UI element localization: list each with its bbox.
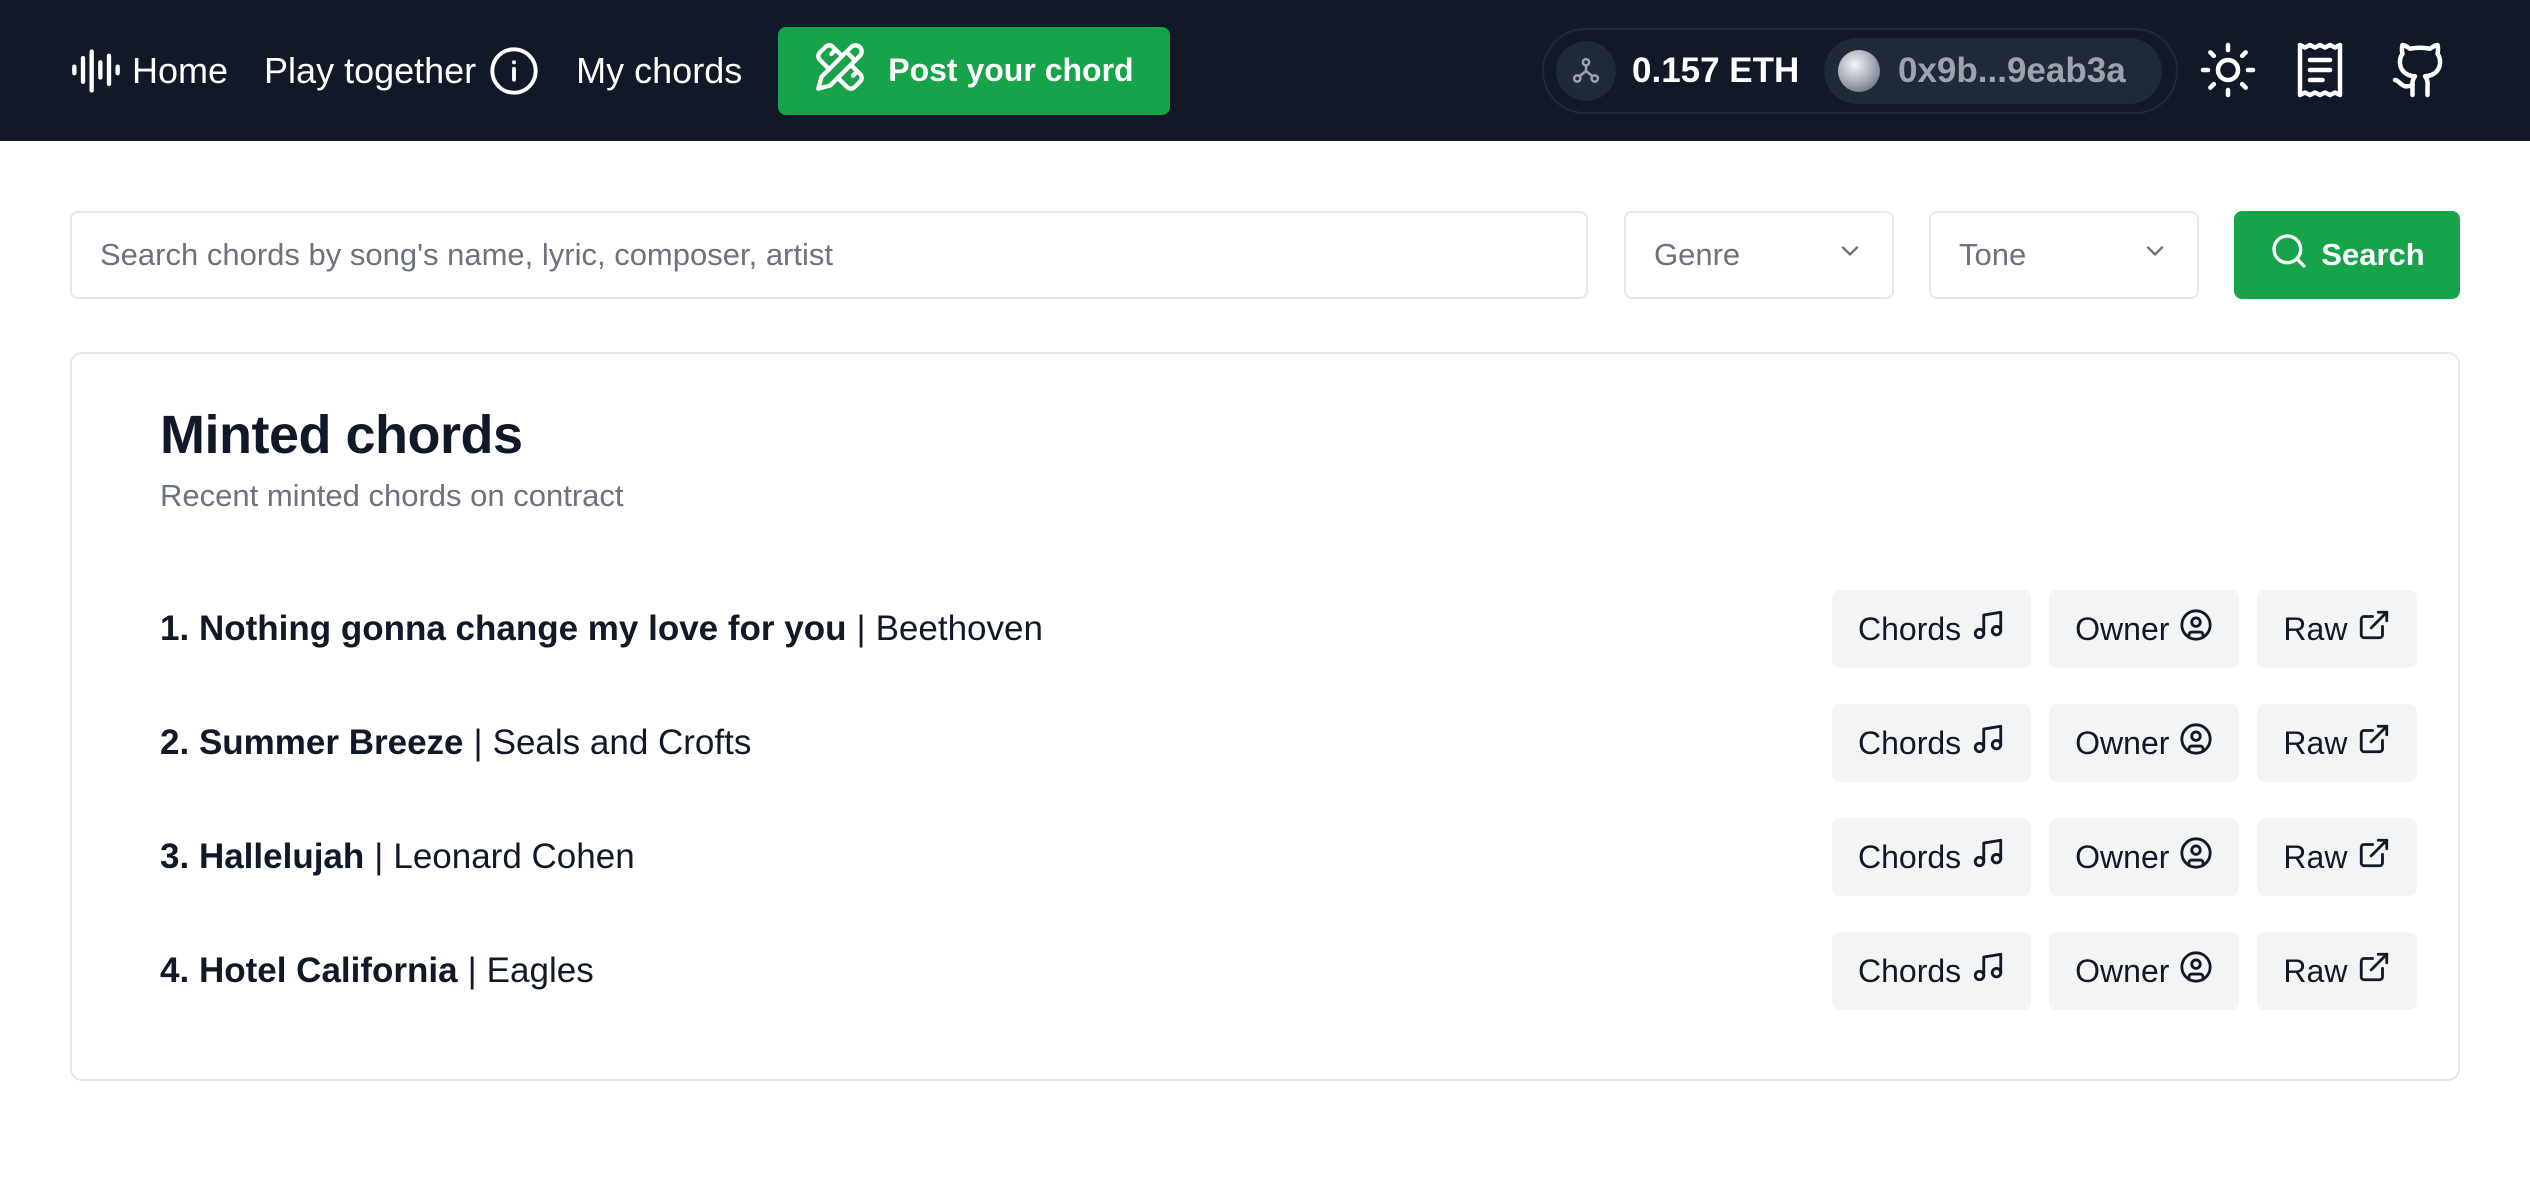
raw-button[interactable]: Raw (2257, 932, 2418, 1010)
music-icon (1971, 836, 2005, 878)
raw-label: Raw (2283, 724, 2348, 761)
song-line: 1. Nothing gonna change my love for you |… (160, 609, 1043, 649)
song-artist: Eagles (486, 951, 594, 990)
song-artist: Seals and Crofts (492, 723, 752, 762)
chords-button[interactable]: Chords (1832, 932, 2032, 1010)
raw-label: Raw (2283, 610, 2348, 647)
song-number: 4. (160, 951, 190, 990)
pencil-ruler-icon (814, 41, 866, 101)
song-title: Summer Breeze (198, 723, 464, 762)
chords-label: Chords (1858, 838, 1962, 875)
account-button[interactable]: 0x9b...9eab3a (1824, 38, 2162, 104)
chords-label: Chords (1858, 724, 1962, 761)
owner-button[interactable]: Owner (2049, 590, 2240, 668)
song-number: 1. (160, 609, 190, 648)
genre-select-label: Genre (1654, 237, 1741, 272)
card-subtitle: Recent minted chords on contract (160, 478, 624, 513)
external-link-icon (2357, 836, 2391, 878)
song-separator: | (856, 609, 866, 648)
search-icon (2269, 231, 2309, 279)
song-separator: | (374, 837, 384, 876)
owner-label: Owner (2075, 952, 2170, 989)
user-circle-icon (2179, 608, 2213, 650)
song-artist: Beethoven (875, 609, 1043, 648)
row-actions: Chords Owner Raw (1832, 589, 2435, 669)
raw-button[interactable]: Raw (2257, 818, 2418, 896)
top-navbar: Home Play together My chords Post your c… (0, 0, 2530, 141)
chords-label: Chords (1858, 952, 1962, 989)
user-circle-icon (2179, 836, 2213, 878)
avatar (1838, 50, 1880, 92)
external-link-icon (2357, 608, 2391, 650)
song-title: Hotel California (198, 951, 458, 990)
raw-label: Raw (2283, 952, 2348, 989)
raw-button[interactable]: Raw (2257, 704, 2418, 782)
song-separator: | (473, 723, 483, 762)
network-icon[interactable] (1556, 41, 1616, 101)
search-button-label: Search (2321, 237, 2425, 272)
music-icon (1971, 608, 2005, 650)
row-actions: Chords Owner Raw (1832, 931, 2435, 1011)
owner-button[interactable]: Owner (2049, 818, 2240, 896)
card-title: Minted chords (160, 405, 523, 465)
music-icon (1971, 722, 2005, 764)
song-number: 2. (160, 723, 190, 762)
sun-icon[interactable] (2198, 40, 2258, 105)
song-artist: Leonard Cohen (393, 837, 635, 876)
chevron-down-icon (2141, 237, 2169, 273)
song-title: Nothing gonna change my love for you (198, 609, 847, 648)
receipt-icon[interactable] (2290, 40, 2350, 105)
tone-select[interactable]: Tone (1929, 211, 2199, 299)
owner-button[interactable]: Owner (2049, 704, 2240, 782)
info-icon[interactable] (488, 45, 540, 97)
user-circle-icon (2179, 950, 2213, 992)
row-actions: Chords Owner Raw (1832, 817, 2435, 897)
minted-chords-card: Minted chords Recent minted chords on co… (70, 352, 2460, 1081)
chevron-down-icon (1836, 237, 1864, 273)
chords-button[interactable]: Chords (1832, 818, 2032, 896)
owner-label: Owner (2075, 724, 2170, 761)
external-link-icon (2357, 950, 2391, 992)
owner-label: Owner (2075, 610, 2170, 647)
waveform-icon (70, 45, 122, 97)
eth-balance: 0.157 ETH (1632, 51, 1800, 90)
external-link-icon (2357, 722, 2391, 764)
raw-label: Raw (2283, 838, 2348, 875)
list-item: 2. Summer Breeze | Seals and Crofts Chords… (160, 703, 2418, 783)
github-icon[interactable] (2390, 40, 2450, 105)
owner-button[interactable]: Owner (2049, 932, 2240, 1010)
list-item: 4. Hotel California | Eagles Chords Owner … (160, 931, 2418, 1011)
song-line: 3. Hallelujah | Leonard Cohen (160, 837, 635, 877)
music-icon (1971, 950, 2005, 992)
nav-home-label: Home (132, 49, 229, 91)
post-chord-label: Post your chord (888, 52, 1134, 88)
nav-play-label: Play together (264, 49, 477, 91)
song-separator: | (467, 951, 477, 990)
nav-links: Home Play together My chords Post your c… (70, 0, 1170, 141)
wallet-address: 0x9b...9eab3a (1898, 51, 2126, 90)
nav-my-chords-link[interactable]: My chords (576, 50, 742, 92)
search-input[interactable] (70, 211, 1588, 299)
owner-label: Owner (2075, 838, 2170, 875)
nav-mychords-label: My chords (576, 49, 743, 91)
chords-label: Chords (1858, 610, 1962, 647)
wallet-info: 0.157 ETH 0x9b...9eab3a (1542, 28, 2178, 114)
song-number: 3. (160, 837, 190, 876)
song-title: Hallelujah (198, 837, 365, 876)
chords-button[interactable]: Chords (1832, 704, 2032, 782)
nav-home-link[interactable]: Home (70, 45, 228, 97)
list-item: 3. Hallelujah | Leonard Cohen Chords Owner… (160, 817, 2418, 897)
song-line: 2. Summer Breeze | Seals and Crofts (160, 723, 751, 763)
post-chord-button[interactable]: Post your chord (778, 26, 1170, 115)
genre-select[interactable]: Genre (1624, 211, 1894, 299)
chords-button[interactable]: Chords (1832, 590, 2032, 668)
search-button[interactable]: Search (2234, 211, 2460, 299)
raw-button[interactable]: Raw (2257, 590, 2418, 668)
row-actions: Chords Owner Raw (1832, 703, 2435, 783)
nav-play-together-link[interactable]: Play together (264, 45, 540, 97)
user-circle-icon (2179, 722, 2213, 764)
list-item: 1. Nothing gonna change my love for you |… (160, 589, 2418, 669)
tone-select-label: Tone (1959, 237, 2027, 272)
song-line: 4. Hotel California | Eagles (160, 951, 594, 991)
